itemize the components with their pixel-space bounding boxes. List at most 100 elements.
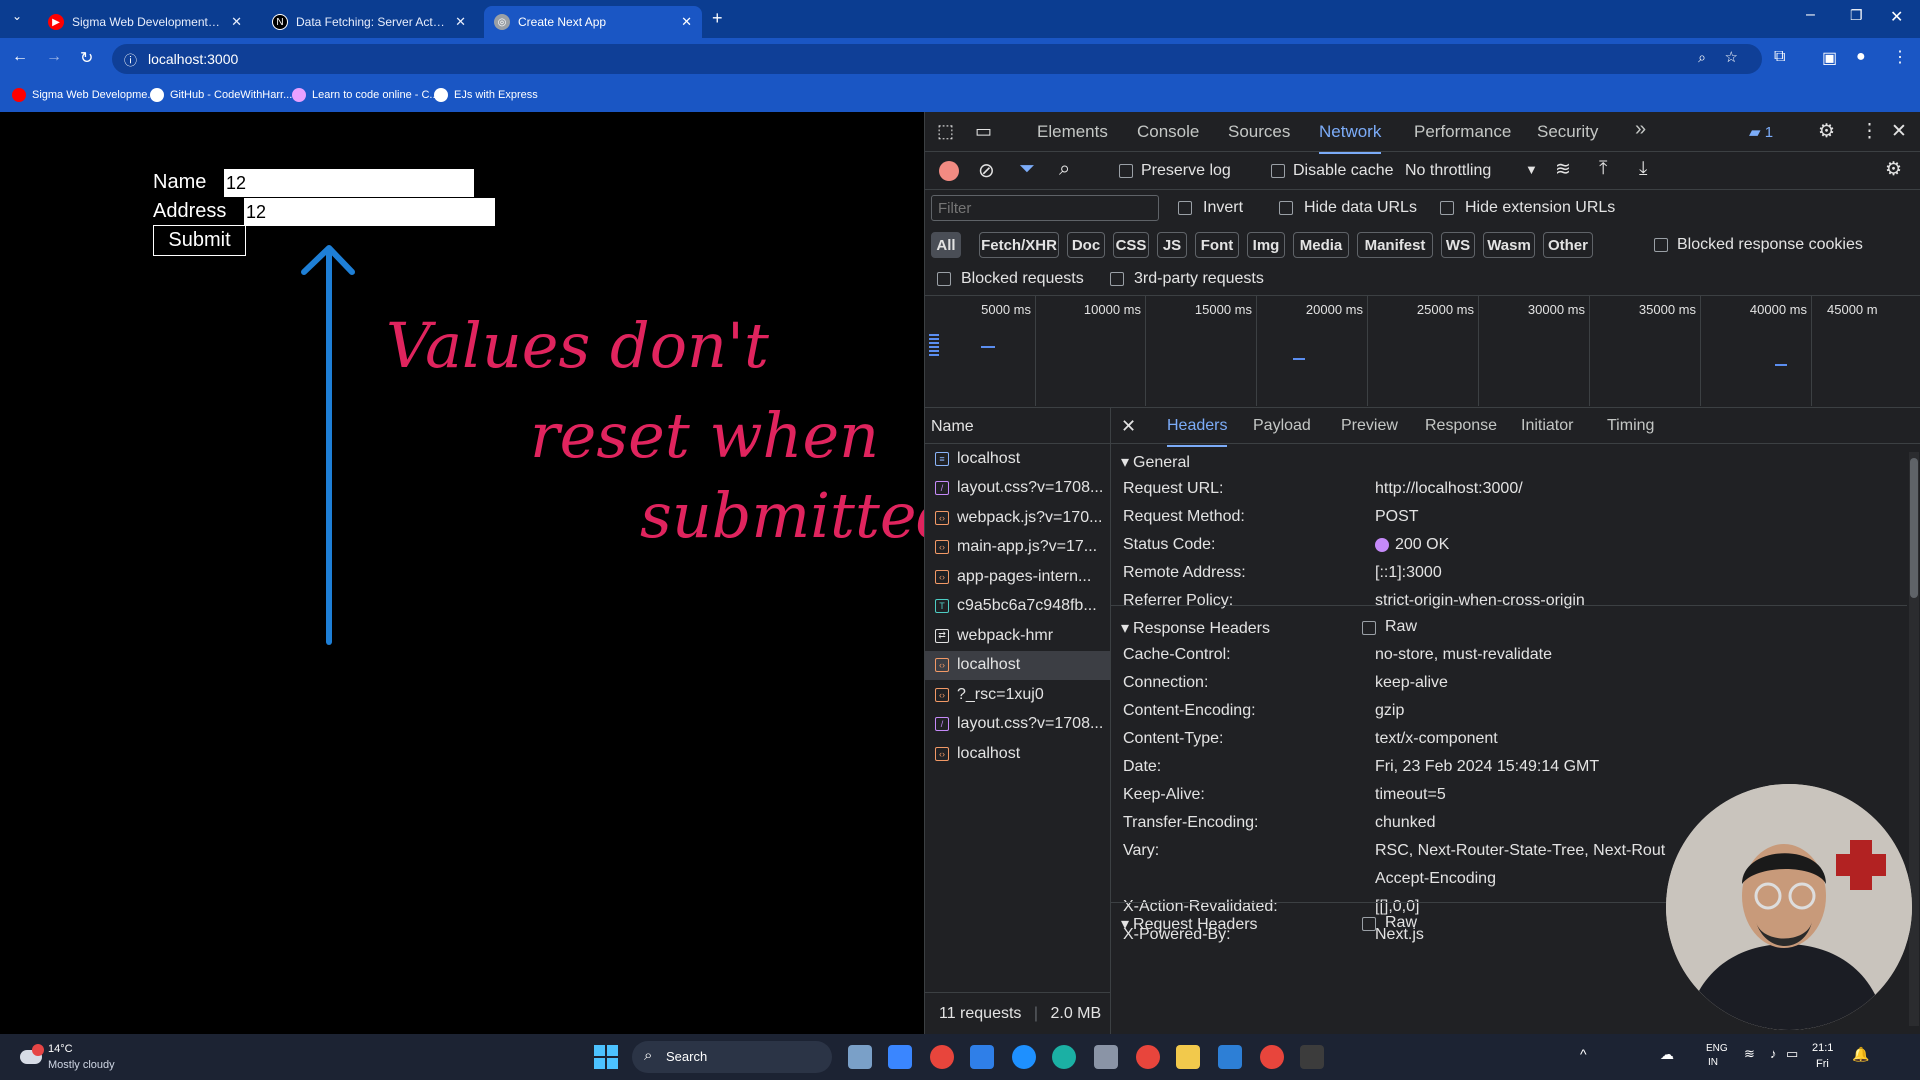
extensions-icon[interactable]: ⧉	[1774, 48, 1785, 66]
request-row[interactable]: ‹› ?_rsc=1xuj0	[925, 680, 1110, 709]
taskbar-search[interactable]: ⌕ Search	[632, 1041, 832, 1073]
name-column-header[interactable]: Name	[925, 408, 1111, 444]
browser-tab-2[interactable]: N Data Fetching: Server Actions and M ✕	[262, 6, 476, 38]
detail-tab-initiator[interactable]: Initiator	[1521, 417, 1573, 435]
close-tab-icon[interactable]: ✕	[455, 14, 466, 30]
minimize-icon[interactable]: –	[1806, 6, 1815, 24]
filter-funnel-icon[interactable]: ⏷	[1019, 158, 1035, 181]
profile-icon[interactable]: ●	[1856, 48, 1866, 66]
task-view-icon[interactable]	[848, 1045, 872, 1069]
browser-tab-1[interactable]: ▶ Sigma Web Development Course - W ✕	[38, 6, 252, 38]
blocked-response-cookies-checkbox[interactable]	[1654, 238, 1668, 252]
chrome-menu-icon[interactable]: ⋮	[1892, 47, 1908, 67]
request-row[interactable]: ⇄ webpack-hmr	[925, 621, 1110, 650]
settings-gear-icon[interactable]: ⚙	[1818, 120, 1835, 143]
detail-tab-headers[interactable]: Headers	[1167, 417, 1228, 447]
detail-scrollbar[interactable]	[1909, 452, 1919, 1026]
type-filter-font[interactable]: Font	[1195, 232, 1239, 258]
bookmark-star-icon[interactable]: ☆	[1725, 48, 1738, 66]
close-tab-icon[interactable]: ✕	[681, 14, 692, 30]
windows-start-icon[interactable]	[594, 1045, 618, 1069]
close-tab-icon[interactable]: ✕	[231, 14, 242, 30]
chrome-icon[interactable]	[930, 1045, 954, 1069]
back-icon[interactable]: ←	[12, 48, 28, 66]
vscode-icon[interactable]	[1218, 1045, 1242, 1069]
devtools-menu-icon[interactable]: ⋮	[1860, 120, 1879, 143]
preserve-log-checkbox[interactable]	[1119, 164, 1133, 178]
settings-gear-icon[interactable]	[1094, 1045, 1118, 1069]
reload-icon[interactable]: ↻	[80, 48, 93, 68]
blocked-requests-checkbox[interactable]	[937, 272, 951, 286]
close-detail-icon[interactable]: ✕	[1121, 416, 1136, 437]
network-settings-icon[interactable]: ⚙	[1885, 158, 1902, 181]
volume-icon[interactable]: ♪	[1770, 1046, 1777, 1061]
type-filter-wasm[interactable]: Wasm	[1483, 232, 1535, 258]
tab-search-icon[interactable]: ⌄	[12, 9, 22, 23]
inspect-element-icon[interactable]: ⬚	[937, 121, 954, 142]
forward-icon[interactable]: →	[46, 48, 62, 66]
issues-badge[interactable]: ▰ 1	[1749, 123, 1773, 141]
type-filter-css[interactable]: CSS	[1113, 232, 1149, 258]
type-filter-img[interactable]: Img	[1247, 232, 1285, 258]
edge-icon[interactable]	[1052, 1045, 1076, 1069]
new-tab-button[interactable]: +	[712, 8, 723, 29]
request-row[interactable]: ≡ localhost	[925, 444, 1110, 473]
wifi-icon[interactable]: ≋	[1744, 1046, 1755, 1062]
detail-tab-response[interactable]: Response	[1425, 417, 1497, 435]
site-info-icon[interactable]: ⓘ	[124, 50, 137, 69]
type-filter-all[interactable]: All	[931, 232, 961, 258]
tab-elements[interactable]: Elements	[1037, 122, 1108, 142]
request-row[interactable]: ‹› localhost	[925, 739, 1110, 768]
export-har-icon[interactable]: ⤓	[1639, 158, 1647, 180]
notification-bell-icon[interactable]: 🔔	[1852, 1046, 1869, 1063]
close-window-icon[interactable]: ✕	[1890, 7, 1903, 27]
request-row[interactable]: ‹› main-app.js?v=17...	[925, 533, 1110, 562]
battery-icon[interactable]: ▭	[1786, 1046, 1798, 1062]
side-panel-icon[interactable]: ▣	[1822, 48, 1837, 68]
detail-tab-preview[interactable]: Preview	[1341, 417, 1398, 435]
response-headers-section-toggle[interactable]: Response Headers	[1121, 618, 1270, 638]
chrome-active-icon[interactable]	[1260, 1045, 1284, 1069]
tab-network[interactable]: Network	[1319, 122, 1382, 154]
request-row[interactable]: ‹› localhost	[925, 650, 1110, 680]
type-filter-media[interactable]: Media	[1293, 232, 1349, 258]
network-conditions-icon[interactable]: ≋	[1555, 158, 1571, 181]
tab-performance[interactable]: Performance	[1414, 122, 1511, 142]
tab-sources[interactable]: Sources	[1228, 122, 1290, 142]
invert-checkbox[interactable]	[1178, 201, 1192, 215]
request-row[interactable]: Tc9a5bc6a7c948fb...	[925, 592, 1110, 621]
type-filter-manifest[interactable]: Manifest	[1357, 232, 1433, 258]
bookmark-3[interactable]: Learn to code online - C...	[292, 88, 439, 102]
chrome-profile-icon[interactable]	[1136, 1045, 1160, 1069]
type-filter-ws[interactable]: WS	[1441, 232, 1475, 258]
type-filter-other[interactable]: Other	[1543, 232, 1593, 258]
import-har-icon[interactable]: ⤒	[1599, 158, 1607, 180]
bookmark-2[interactable]: GitHub - CodeWithHarr...	[150, 88, 292, 102]
file-explorer-icon[interactable]	[1176, 1045, 1200, 1069]
skype-icon[interactable]	[1012, 1045, 1036, 1069]
zoom-icon[interactable]: ⌕	[1698, 49, 1706, 66]
third-party-checkbox[interactable]	[1110, 272, 1124, 286]
type-filter-js[interactable]: JS	[1157, 232, 1187, 258]
disable-cache-checkbox[interactable]	[1271, 164, 1285, 178]
bookmark-1[interactable]: Sigma Web Developme...	[12, 88, 157, 102]
throttling-select[interactable]: No throttling	[1405, 162, 1491, 180]
request-row[interactable]: / layout.css?v=1708...	[925, 474, 1110, 503]
type-filter-doc[interactable]: Doc	[1067, 232, 1105, 258]
weather-icon[interactable]	[14, 1042, 44, 1072]
restore-icon[interactable]: ❐	[1850, 7, 1863, 24]
onedrive-icon[interactable]: ☁	[1660, 1046, 1674, 1063]
request-headers-section-toggle[interactable]: Request Headers	[1121, 914, 1258, 934]
device-toolbar-icon[interactable]: ▭	[975, 121, 992, 142]
request-row[interactable]: ‹› app-pages-intern...	[925, 562, 1110, 591]
clear-icon[interactable]: ⊘	[978, 158, 995, 183]
address-bar[interactable]: ⓘ localhost:3000 ⌕ ☆	[112, 44, 1762, 74]
request-row[interactable]: ‹› webpack.js?v=170...	[925, 503, 1110, 532]
hide-extension-urls-checkbox[interactable]	[1440, 201, 1454, 215]
request-raw-checkbox[interactable]	[1362, 917, 1376, 931]
close-devtools-icon[interactable]: ✕	[1891, 120, 1907, 143]
scrollbar-thumb[interactable]	[1910, 458, 1918, 598]
detail-tab-payload[interactable]: Payload	[1253, 417, 1311, 435]
language-indicator[interactable]: ENG	[1706, 1043, 1728, 1054]
general-section-toggle[interactable]: General	[1121, 452, 1190, 472]
